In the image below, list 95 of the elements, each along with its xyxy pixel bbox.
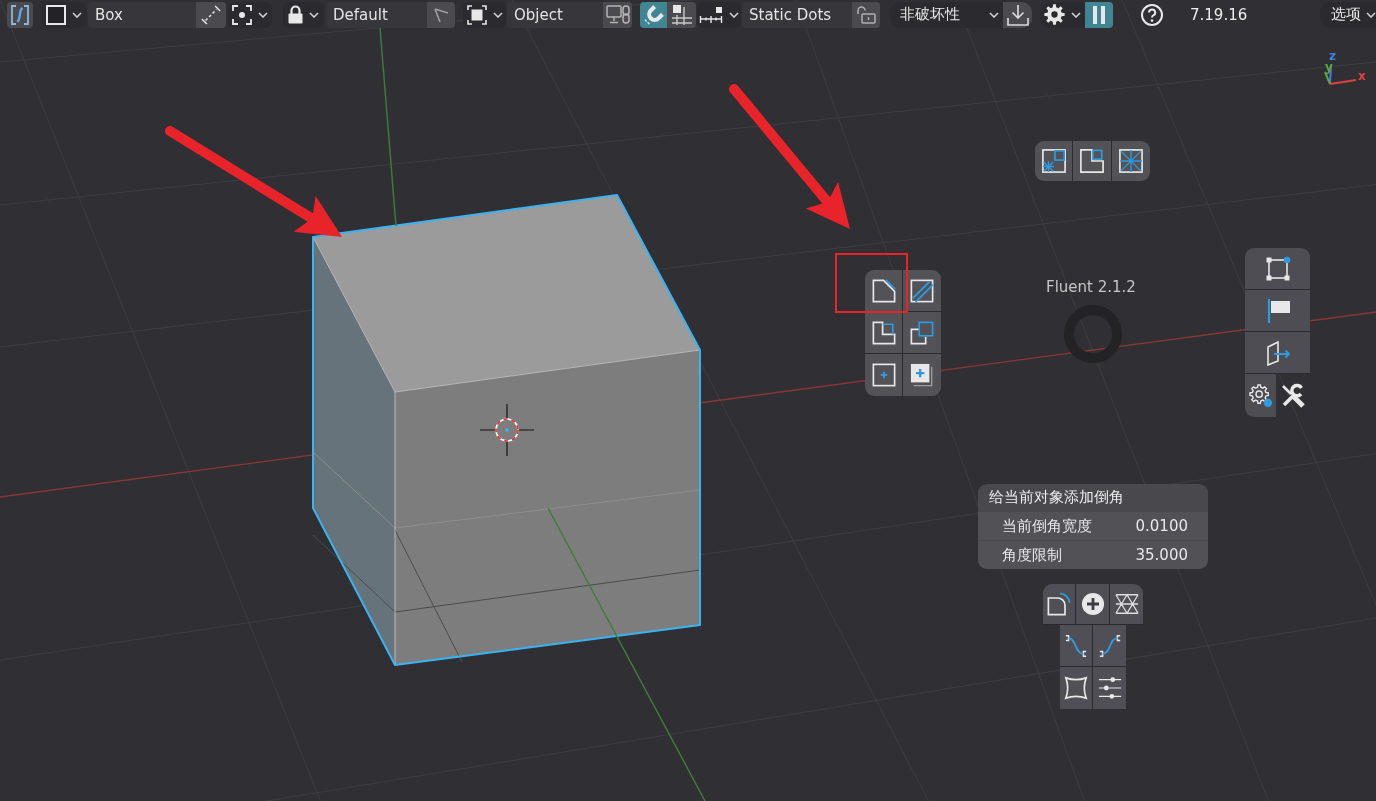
- filled-square-plus-icon: [910, 363, 934, 387]
- unlock-icon: [856, 5, 876, 24]
- panel-title: 给当前对象添加倒角: [988, 487, 1125, 508]
- selector-field[interactable]: Object: [507, 1, 603, 28]
- tool-button[interactable]: [1060, 667, 1093, 709]
- square-brackets-icon: [466, 4, 487, 25]
- toolbar-button[interactable]: [603, 1, 632, 28]
- toolbar-button[interactable]: [667, 1, 696, 28]
- angle-icon: [433, 6, 449, 23]
- editor-type-button[interactable]: [7, 1, 33, 28]
- tool-button[interactable]: [1245, 290, 1310, 332]
- tool-button[interactable]: [1035, 141, 1073, 181]
- mode-dropdown[interactable]: 非破坏性: [890, 1, 1003, 28]
- field-label: 角度限制: [1002, 545, 1062, 565]
- caret-icon: [492, 11, 503, 18]
- panel-tab[interactable]: [1245, 374, 1276, 417]
- dropdown-button[interactable]: [283, 1, 324, 28]
- caret-icon: [1366, 11, 1376, 18]
- ruler-ticks-icon: [699, 5, 723, 24]
- focus-dot-icon: [232, 4, 252, 25]
- selector-field[interactable]: Static Dots: [742, 1, 852, 28]
- lock-icon: [288, 5, 303, 24]
- tool-button[interactable]: [1110, 584, 1143, 625]
- crosshair-icon: [479, 403, 535, 457]
- caret-icon: [258, 11, 268, 18]
- selector-field[interactable]: Box: [88, 1, 196, 28]
- tool-button[interactable]: [865, 312, 903, 354]
- field-value: 35.000: [1135, 546, 1188, 564]
- dropdown-button[interactable]: [228, 1, 272, 28]
- axis-label: y: [1325, 61, 1333, 73]
- caret-icon: [309, 11, 319, 18]
- tool-button[interactable]: [903, 354, 941, 396]
- addon-title: Fluent 2.1.2: [1046, 278, 1136, 296]
- tool-button[interactable]: [1073, 141, 1112, 181]
- dropdown-button[interactable]: [463, 1, 506, 28]
- tool-button[interactable]: [1245, 332, 1310, 374]
- curve-down-icon: [1064, 633, 1088, 658]
- download-icon: [1006, 3, 1029, 26]
- axis-label: z: [1329, 50, 1336, 62]
- door-arrow-icon: [1264, 339, 1291, 366]
- dashed-line-icon: [201, 4, 221, 25]
- help-icon: [1141, 3, 1163, 26]
- tool-button[interactable]: [1112, 141, 1150, 181]
- rounded-corner-icon: [1047, 592, 1071, 616]
- gear-icon: [1044, 4, 1065, 25]
- box-corners-icon: [1264, 255, 1291, 282]
- number-field[interactable]: 角度限制 35.000: [978, 541, 1208, 569]
- tool-button[interactable]: [1245, 248, 1310, 290]
- square-icon: [46, 4, 66, 25]
- number-field[interactable]: 当前倒角宽度 0.0100: [978, 512, 1208, 540]
- pause-icon: [1093, 5, 1105, 24]
- curve-up-icon: [1097, 633, 1122, 658]
- pause-toggle[interactable]: [1085, 1, 1113, 28]
- diagonal-lines-icon: [910, 278, 934, 303]
- cut-corner-icon: [871, 278, 896, 303]
- tool-button[interactable]: [865, 270, 903, 312]
- caret-icon: [729, 11, 739, 18]
- field-value: 0.0100: [1135, 517, 1188, 535]
- toolbar-button[interactable]: [427, 1, 455, 28]
- toolbar-button[interactable]: [196, 1, 226, 28]
- overlap-squares-icon: [910, 320, 934, 345]
- tool-button[interactable]: [1043, 584, 1076, 625]
- tool-button[interactable]: [903, 312, 941, 354]
- options-menu[interactable]: 选项: [1320, 1, 1376, 28]
- gear-dot-icon: [1248, 383, 1273, 408]
- caret-icon: [1071, 11, 1081, 18]
- tool-button[interactable]: [1093, 625, 1126, 667]
- mesh-lattice-icon: [1114, 592, 1139, 616]
- bracket-slash-icon: [11, 4, 29, 25]
- monitor-link-icon: [605, 4, 630, 25]
- caret-icon: [72, 11, 82, 18]
- square-star-icon: [1119, 149, 1143, 173]
- version-label: 7.19.16: [1190, 5, 1248, 24]
- magnet-icon: [642, 3, 665, 26]
- grid-square-icon: [670, 3, 693, 26]
- toolbar-button[interactable]: [852, 1, 880, 28]
- tool-button[interactable]: [1093, 667, 1126, 709]
- ring-icon: [1064, 305, 1122, 363]
- dropdown-button[interactable]: [697, 1, 741, 28]
- dropdown-button[interactable]: [1040, 1, 1085, 28]
- dropdown-button[interactable]: [42, 1, 86, 28]
- selector-field[interactable]: Default: [326, 1, 427, 28]
- sliders-icon: [1097, 676, 1122, 700]
- square-plus-icon: [871, 363, 896, 387]
- tool-button[interactable]: [1076, 584, 1110, 625]
- field-label: 当前倒角宽度: [1002, 516, 1092, 536]
- wrench-screwdriver-icon: [1280, 382, 1306, 409]
- tool-button[interactable]: [1060, 625, 1093, 667]
- tool-button[interactable]: [865, 354, 903, 396]
- plus-circle-icon: [1080, 592, 1105, 616]
- help-button[interactable]: [1140, 1, 1164, 28]
- axis-label: x: [1358, 70, 1366, 82]
- tool-button[interactable]: [903, 270, 941, 312]
- caret-icon: [989, 11, 999, 18]
- snap-toggle[interactable]: [640, 1, 667, 28]
